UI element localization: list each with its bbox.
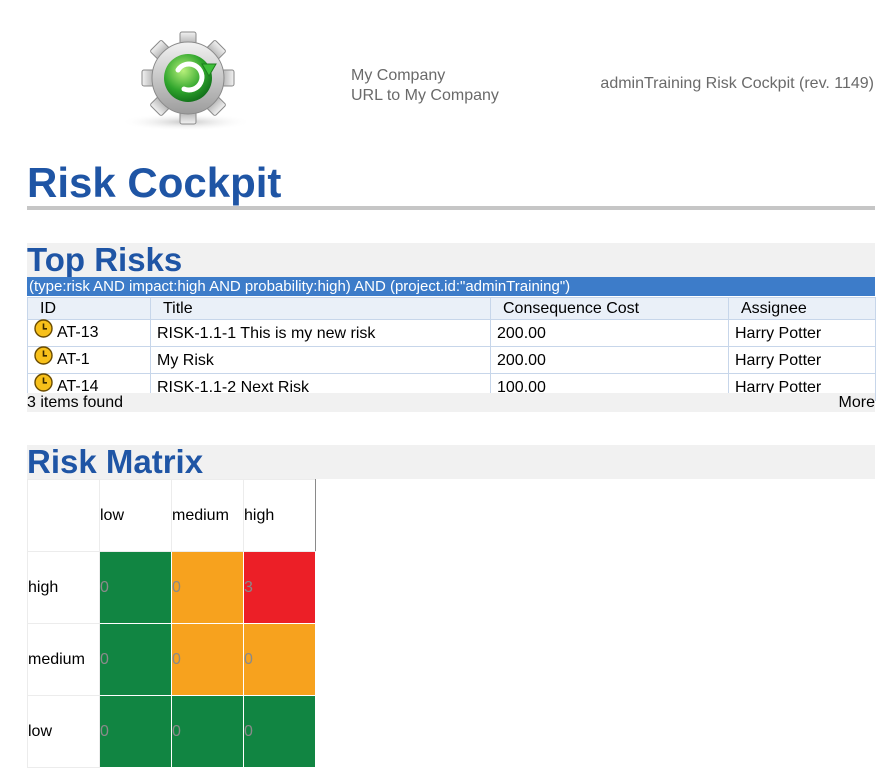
matrix-cell[interactable]: 0 <box>171 551 244 624</box>
risk-cost-cell: 200.00 <box>490 319 729 347</box>
table-row[interactable]: AT-1 My Risk 200.00 Harry Potter <box>27 346 876 374</box>
risk-title-cell[interactable]: RISK-1.1-1 This is my new risk <box>150 319 491 347</box>
top-risks-table: ID Title Consequence Cost Assignee AT-13… <box>27 297 876 401</box>
risk-id-cell: AT-13 <box>27 319 151 347</box>
matrix-cell[interactable]: 0 <box>243 695 316 768</box>
matrix-row-label: high <box>27 551 100 624</box>
matrix-cell[interactable]: 0 <box>171 695 244 768</box>
clock-icon <box>34 319 53 345</box>
top-risks-footer: 3 items found More <box>27 393 875 412</box>
matrix-row-label: low <box>27 695 100 768</box>
items-found-count: 3 items found <box>27 394 124 411</box>
risk-id-link[interactable]: AT-13 <box>57 324 99 341</box>
clock-icon <box>34 346 53 372</box>
matrix-cell[interactable]: 3 <box>243 551 316 624</box>
project-title: adminTraining Risk Cockpit (rev. 1149) <box>600 75 874 92</box>
matrix-header-row: low medium high <box>27 479 316 552</box>
top-risks-heading: Top Risks <box>27 243 875 277</box>
matrix-cell[interactable]: 0 <box>99 623 172 696</box>
risk-id-link[interactable]: AT-1 <box>57 351 90 368</box>
table-row[interactable]: AT-13 RISK-1.1-1 This is my new risk 200… <box>27 319 876 347</box>
risk-assignee-cell: Harry Potter <box>728 319 876 347</box>
matrix-row-label: medium <box>27 623 100 696</box>
risk-assignee-cell: Harry Potter <box>728 346 876 374</box>
matrix-row-high: high 0 0 3 <box>27 551 316 624</box>
matrix-cell[interactable]: 0 <box>171 623 244 696</box>
risk-id-cell: AT-1 <box>27 346 151 374</box>
column-header-consequence-cost[interactable]: Consequence Cost <box>490 297 729 320</box>
risk-matrix-heading: Risk Matrix <box>27 445 875 479</box>
risk-title-cell[interactable]: My Risk <box>150 346 491 374</box>
risk-matrix-table: low medium high high 0 0 3 medium 0 0 0 … <box>27 479 316 768</box>
title-divider <box>27 206 875 210</box>
top-risks-query: (type:risk AND impact:high AND probabili… <box>27 277 875 296</box>
matrix-cell[interactable]: 0 <box>99 551 172 624</box>
company-logo-icon <box>118 28 258 136</box>
company-name: My Company <box>351 67 446 84</box>
matrix-column-high: high <box>243 479 316 552</box>
matrix-cell[interactable]: 0 <box>99 695 172 768</box>
matrix-column-low: low <box>99 479 172 552</box>
page-title: Risk Cockpit <box>27 159 282 206</box>
matrix-cell[interactable]: 0 <box>243 623 316 696</box>
company-info: My Company URL to My Company <box>351 66 499 106</box>
matrix-row-low: low 0 0 0 <box>27 695 316 768</box>
column-header-id[interactable]: ID <box>27 297 151 320</box>
column-header-assignee[interactable]: Assignee <box>728 297 876 320</box>
risk-cost-cell: 200.00 <box>490 346 729 374</box>
matrix-row-medium: medium 0 0 0 <box>27 623 316 696</box>
column-header-title[interactable]: Title <box>150 297 491 320</box>
matrix-corner-cell <box>27 479 100 552</box>
company-url-link[interactable]: URL to My Company <box>351 86 499 106</box>
table-header-row: ID Title Consequence Cost Assignee <box>27 297 876 320</box>
matrix-column-medium: medium <box>171 479 244 552</box>
more-link[interactable]: More <box>839 393 875 412</box>
